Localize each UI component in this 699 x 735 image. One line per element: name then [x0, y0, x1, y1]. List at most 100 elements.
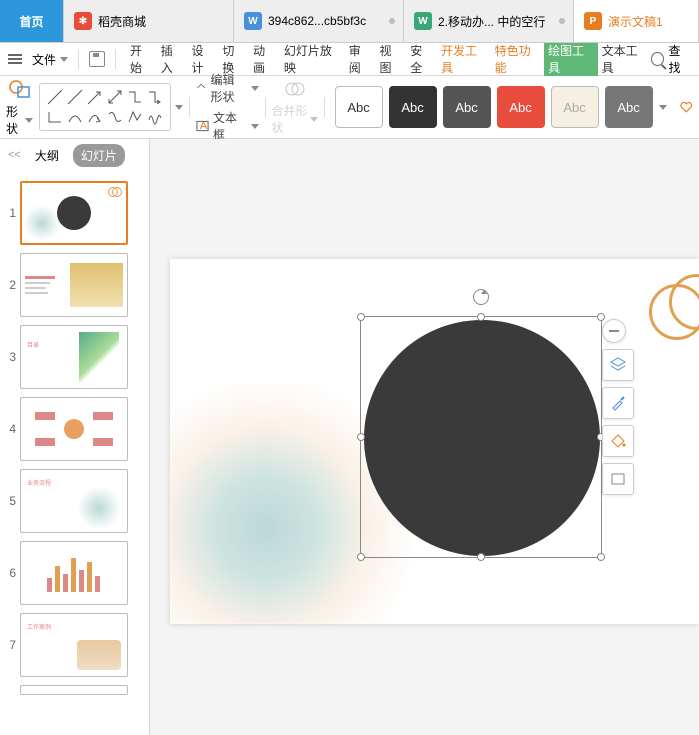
menu-review[interactable]: 审阅	[345, 43, 376, 76]
style-grey[interactable]: Abc	[443, 86, 491, 128]
chevron-down-icon	[60, 57, 68, 62]
file-label: 文件	[32, 51, 56, 68]
slide-thumb-6[interactable]	[20, 541, 128, 605]
tab-doc2[interactable]: W 2.移动办... 中的空行	[404, 0, 574, 42]
eyedropper-tool[interactable]	[602, 387, 634, 419]
style-dark[interactable]: Abc	[605, 86, 653, 128]
main: << 大纲 幻灯片 1 2	[0, 139, 699, 735]
slide-thumb-2[interactable]	[20, 253, 128, 317]
connector-icon	[46, 108, 64, 126]
canvas-area[interactable]	[150, 139, 699, 735]
slide-thumb-1[interactable]	[20, 181, 128, 245]
menu-start[interactable]: 开始	[126, 43, 157, 76]
resize-handle-tm[interactable]	[477, 313, 485, 321]
tab-home-label: 首页	[19, 13, 43, 30]
double-arrow-icon	[106, 88, 124, 106]
selection-box[interactable]	[360, 316, 602, 558]
textbox-label: 文本框	[213, 109, 246, 143]
fill-tool[interactable]	[602, 425, 634, 457]
thumb-number: 6	[6, 566, 16, 580]
tab-presentation-label: 演示文稿1	[608, 13, 663, 30]
chevron-down-icon[interactable]	[659, 105, 667, 110]
slide-canvas[interactable]	[170, 259, 699, 624]
thumb-text: 目录	[27, 340, 39, 349]
tab-presentation[interactable]: P 演示文稿1	[574, 0, 699, 42]
collapse-icon[interactable]: <<	[8, 149, 21, 161]
resize-handle-br[interactable]	[597, 553, 605, 561]
slide-thumb-4[interactable]	[20, 397, 128, 461]
toy-thumb-icon	[77, 640, 121, 670]
slide-thumb-3[interactable]: 目录	[20, 325, 128, 389]
slide-thumb-8[interactable]	[20, 685, 128, 695]
tab-doc1[interactable]: W 394c862...cb5bf3c	[234, 0, 404, 42]
resize-handle-tl[interactable]	[357, 313, 365, 321]
resize-handle-bl[interactable]	[357, 553, 365, 561]
panel-header: << 大纲 幻灯片	[0, 139, 149, 171]
bucket-icon	[609, 432, 627, 450]
menu-security[interactable]: 安全	[406, 43, 437, 76]
menu-insert[interactable]: 插入	[157, 43, 188, 76]
merge-icon	[284, 78, 306, 100]
tab-doc2-label: 2.移动办... 中的空行	[438, 13, 545, 30]
merge-shapes-button[interactable]: 合并形状	[271, 78, 317, 136]
tab-store[interactable]: ✻ 稻壳商城	[64, 0, 234, 42]
thumb-number: 7	[6, 638, 16, 652]
edit-shape-button[interactable]: 编辑形状	[196, 71, 258, 105]
collapse-tool[interactable]	[602, 319, 626, 343]
resize-handle-bm[interactable]	[477, 553, 485, 561]
outline-tool[interactable]	[602, 463, 634, 495]
textbox-button[interactable]: A 文本框	[196, 109, 258, 143]
hamburger-icon[interactable]	[8, 54, 22, 64]
layers-icon	[609, 356, 627, 374]
search-icon	[651, 52, 664, 66]
arrow-icon	[86, 88, 104, 106]
thumb-text: 工作案例	[27, 622, 51, 631]
slide-thumb-7[interactable]: 工作案例	[20, 613, 128, 677]
tab-store-label: 稻壳商城	[98, 13, 146, 30]
edit-shape-label: 编辑形状	[211, 71, 247, 105]
menu-text[interactable]: 文本工具	[598, 43, 652, 76]
shapes-button[interactable]: 形状	[6, 77, 33, 137]
style-black[interactable]: Abc	[389, 86, 437, 128]
elbow-arrow-icon	[146, 88, 164, 106]
knot-graphic	[649, 274, 699, 354]
thumb-row	[0, 681, 149, 699]
tab-doc1-label: 394c862...cb5bf3c	[268, 14, 366, 28]
lines-gallery[interactable]	[39, 83, 171, 131]
floating-tools	[602, 319, 634, 495]
edit-shape-icon	[196, 81, 207, 95]
slide-thumb-5[interactable]: 业务流程	[20, 469, 128, 533]
separator	[115, 49, 116, 69]
menu-bar: 文件 开始 插入 设计 切换 动画 幻灯片放映 审阅 视图 安全 开发工具 特色…	[0, 43, 699, 76]
style-red[interactable]: Abc	[497, 86, 545, 128]
rotate-handle[interactable]	[473, 289, 489, 305]
file-menu[interactable]: 文件	[32, 51, 68, 68]
menu-special[interactable]: 特色功能	[491, 43, 545, 76]
search[interactable]: 查找	[651, 42, 691, 76]
slide-panel: << 大纲 幻灯片 1 2	[0, 139, 150, 735]
thumb-text: 业务流程	[27, 478, 51, 487]
style-cream[interactable]: Abc	[551, 86, 599, 128]
fire-icon: ✻	[74, 12, 92, 30]
rect-icon	[609, 470, 627, 488]
menu-slideshow[interactable]: 幻灯片放映	[280, 43, 345, 76]
circle-thumb-icon	[57, 196, 91, 230]
thumb-number: 5	[6, 494, 16, 508]
search-label: 查找	[668, 42, 691, 76]
save-icon[interactable]	[89, 51, 105, 67]
tabs-bar: 首页 ✻ 稻壳商城 W 394c862...cb5bf3c W 2.移动办...…	[0, 0, 699, 43]
menu-view[interactable]: 视图	[376, 43, 407, 76]
layer-tool[interactable]	[602, 349, 634, 381]
heart-icon[interactable]	[679, 98, 693, 116]
outline-tab[interactable]: 大纲	[27, 144, 67, 167]
menu-dev[interactable]: 开发工具	[437, 43, 491, 76]
thumb-row: 7 工作案例	[0, 609, 149, 681]
slides-tab[interactable]: 幻灯片	[73, 144, 125, 167]
style-white[interactable]: Abc	[335, 86, 383, 128]
cactus-thumb-icon	[24, 205, 60, 241]
resize-handle-ml[interactable]	[357, 433, 365, 441]
tab-home[interactable]: 首页	[0, 0, 64, 42]
oval-shape[interactable]	[364, 320, 600, 556]
menu-draw[interactable]: 绘图工具	[544, 43, 598, 76]
chevron-down-icon[interactable]	[175, 105, 183, 110]
